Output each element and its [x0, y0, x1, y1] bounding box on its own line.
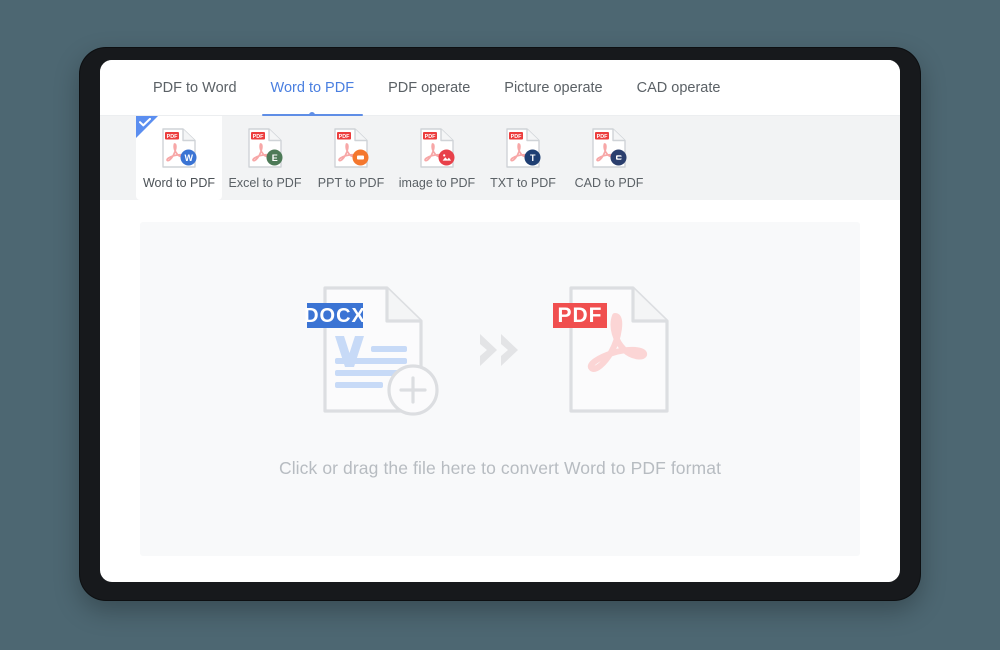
check-icon: [139, 118, 151, 127]
tool-ppt-to-pdf[interactable]: PDF PPT to PDF: [308, 116, 394, 200]
pdf-document-icon: PDF: [553, 286, 669, 413]
svg-text:PDF: PDF: [253, 134, 264, 140]
tab-label: PDF operate: [388, 79, 471, 96]
svg-text:PDF: PDF: [597, 134, 608, 140]
conversion-illustration: DOCX PDF: [303, 280, 697, 420]
tab-label: PDF to Word: [153, 79, 237, 96]
dropzone-hint: Click or drag the file here to convert W…: [278, 458, 722, 478]
tool-word-to-pdf[interactable]: PDF W Word to PDF: [136, 116, 222, 200]
tool-label: image to PDF: [398, 176, 476, 190]
tool-label: CAD to PDF: [574, 176, 644, 190]
svg-text:W: W: [184, 153, 193, 163]
svg-text:T: T: [530, 153, 536, 163]
docx-badge-text: DOCX: [304, 305, 366, 327]
tab-label: CAD operate: [636, 79, 721, 96]
tool-cad-to-pdf[interactable]: PDF CAD to PDF: [566, 116, 652, 200]
tab-label: Word to PDF: [270, 79, 355, 96]
svg-text:E: E: [272, 153, 278, 163]
word-to-pdf-icon: PDF W: [162, 128, 197, 168]
svg-text:PDF: PDF: [425, 134, 436, 140]
svg-text:PDF: PDF: [167, 134, 178, 140]
svg-text:PDF: PDF: [511, 134, 522, 140]
tool-excel-to-pdf[interactable]: PDF E Excel to PDF: [222, 116, 308, 200]
tab-word-to-pdf[interactable]: Word to PDF: [254, 60, 372, 118]
tab-label: Picture operate: [504, 79, 603, 96]
txt-to-pdf-icon: PDF T: [506, 128, 541, 168]
docx-document-icon: DOCX: [304, 286, 439, 416]
tool-txt-to-pdf[interactable]: PDF T TXT to PDF: [480, 116, 566, 200]
tool-label: TXT to PDF: [490, 176, 556, 190]
tool-strip: PDF W Word to PDF PDF E Excel to PDF PDF…: [100, 116, 900, 200]
tool-label: Excel to PDF: [228, 176, 302, 190]
app-window: PDF to Word Word to PDF PDF operate Pict…: [100, 60, 900, 582]
excel-to-pdf-icon: PDF E: [248, 128, 283, 168]
screen: PDF to Word Word to PDF PDF operate Pict…: [0, 0, 1000, 650]
tab-cad-operate[interactable]: CAD operate: [620, 60, 738, 116]
tab-picture-operate[interactable]: Picture operate: [487, 60, 619, 116]
ppt-to-pdf-icon: PDF: [334, 128, 369, 168]
svg-text:PDF: PDF: [339, 134, 350, 140]
tab-pdf-to-word[interactable]: PDF to Word: [136, 60, 254, 116]
file-dropzone[interactable]: DOCX PDF Click or drag the file here to …: [140, 222, 860, 556]
image-to-pdf-icon: PDF: [420, 128, 455, 168]
pdf-badge-text: PDF: [558, 304, 603, 327]
tool-label: PPT to PDF: [317, 176, 385, 190]
tool-image-to-pdf[interactable]: PDF image to PDF: [394, 116, 480, 200]
tab-bar: PDF to Word Word to PDF PDF operate Pict…: [100, 60, 900, 118]
double-chevron-right-icon: [480, 334, 518, 366]
tab-pdf-operate[interactable]: PDF operate: [371, 60, 487, 116]
tool-label: Word to PDF: [142, 176, 215, 190]
cad-to-pdf-icon: PDF: [592, 128, 627, 168]
